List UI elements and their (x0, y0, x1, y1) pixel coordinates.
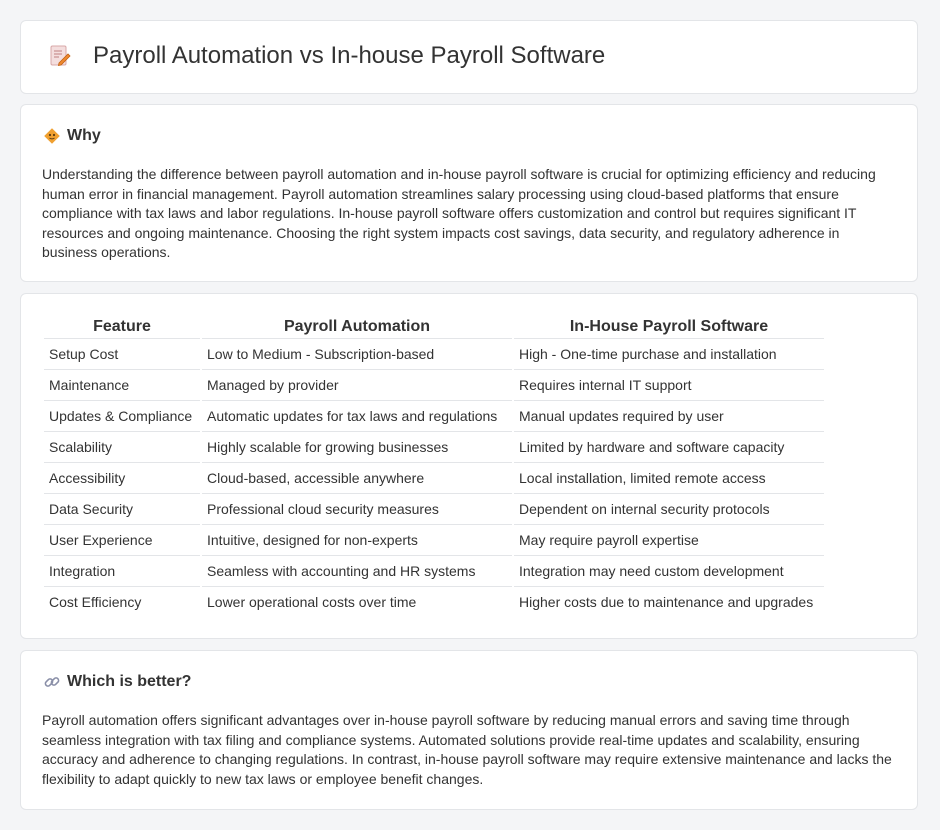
in-house-cell: High - One-time purchase and installatio… (514, 339, 824, 370)
feature-cell: Cost Efficiency (49, 594, 142, 610)
table-row: Setup Cost Low to Medium - Subscription-… (44, 339, 824, 370)
link-icon (43, 673, 61, 691)
page-title: Payroll Automation vs In-house Payroll S… (93, 42, 606, 69)
table-header-row: Feature Payroll Automation In-House Payr… (44, 316, 824, 339)
automation-cell: Seamless with accounting and HR systems (202, 556, 512, 587)
in-house-cell: Limited by hardware and software capacit… (514, 432, 824, 463)
in-house-cell: Dependent on internal security protocols (514, 494, 824, 525)
table-row: Scalability Highly scalable for growing … (44, 432, 824, 463)
feature-cell: Updates & Compliance (44, 401, 200, 432)
title-card: Payroll Automation vs In-house Payroll S… (20, 20, 918, 94)
automation-cell: Low to Medium - Subscription-based (202, 339, 512, 370)
automation-cell: Managed by provider (202, 370, 512, 401)
feature-cell: Maintenance (44, 370, 200, 401)
feature-cell: Scalability (44, 432, 200, 463)
feature-cell: Data Security (44, 494, 200, 525)
header-feature: Feature (44, 316, 200, 339)
comparison-section: Feature Payroll Automation In-House Payr… (20, 293, 918, 639)
in-house-cell: Local installation, limited remote acces… (514, 463, 824, 494)
header-in-house-software: In-House Payroll Software (514, 316, 824, 339)
table-row: Data Security Professional cloud securit… (44, 494, 824, 525)
feature-cell: User Experience (44, 525, 200, 556)
feature-cell: Setup Cost (44, 339, 200, 370)
better-heading-row: Which is better? (43, 673, 191, 691)
in-house-cell: Higher costs due to maintenance and upgr… (519, 594, 814, 610)
header-payroll-automation: Payroll Automation (202, 316, 512, 339)
table-row: Cost Efficiency Lower operational costs … (44, 587, 824, 617)
title-row: Payroll Automation vs In-house Payroll S… (47, 42, 605, 70)
why-section: Why Understanding the difference between… (20, 104, 918, 282)
why-heading-row: Why (43, 127, 101, 145)
automation-cell: Lower operational costs over time (207, 594, 417, 610)
automation-cell: Intuitive, designed for non-experts (202, 525, 512, 556)
in-house-cell: Integration may need custom development (514, 556, 824, 587)
comparison-table: Feature Payroll Automation In-House Payr… (42, 316, 826, 617)
better-heading: Which is better? (67, 673, 192, 690)
in-house-cell: Manual updates required by user (514, 401, 824, 432)
which-is-better-section: Which is better? Payroll automation offe… (20, 650, 918, 810)
automation-cell: Cloud-based, accessible anywhere (202, 463, 512, 494)
better-text: Payroll automation offers significant ad… (42, 712, 892, 787)
table-row: Accessibility Cloud-based, accessible an… (44, 463, 824, 494)
in-house-cell: May require payroll expertise (514, 525, 824, 556)
in-house-cell: Requires internal IT support (514, 370, 824, 401)
table-row: Integration Seamless with accounting and… (44, 556, 824, 587)
table-row: User Experience Intuitive, designed for … (44, 525, 824, 556)
diamond-warning-icon (43, 127, 61, 145)
why-text: Understanding the difference between pay… (42, 166, 876, 261)
automation-cell: Automatic updates for tax laws and regul… (202, 401, 512, 432)
table-row: Maintenance Managed by provider Requires… (44, 370, 824, 401)
document-pencil-icon (47, 43, 73, 69)
automation-cell: Professional cloud security measures (202, 494, 512, 525)
automation-cell: Highly scalable for growing businesses (202, 432, 512, 463)
why-heading: Why (67, 127, 101, 144)
feature-cell: Accessibility (44, 463, 200, 494)
table-row: Updates & Compliance Automatic updates f… (44, 401, 824, 432)
feature-cell: Integration (44, 556, 200, 587)
